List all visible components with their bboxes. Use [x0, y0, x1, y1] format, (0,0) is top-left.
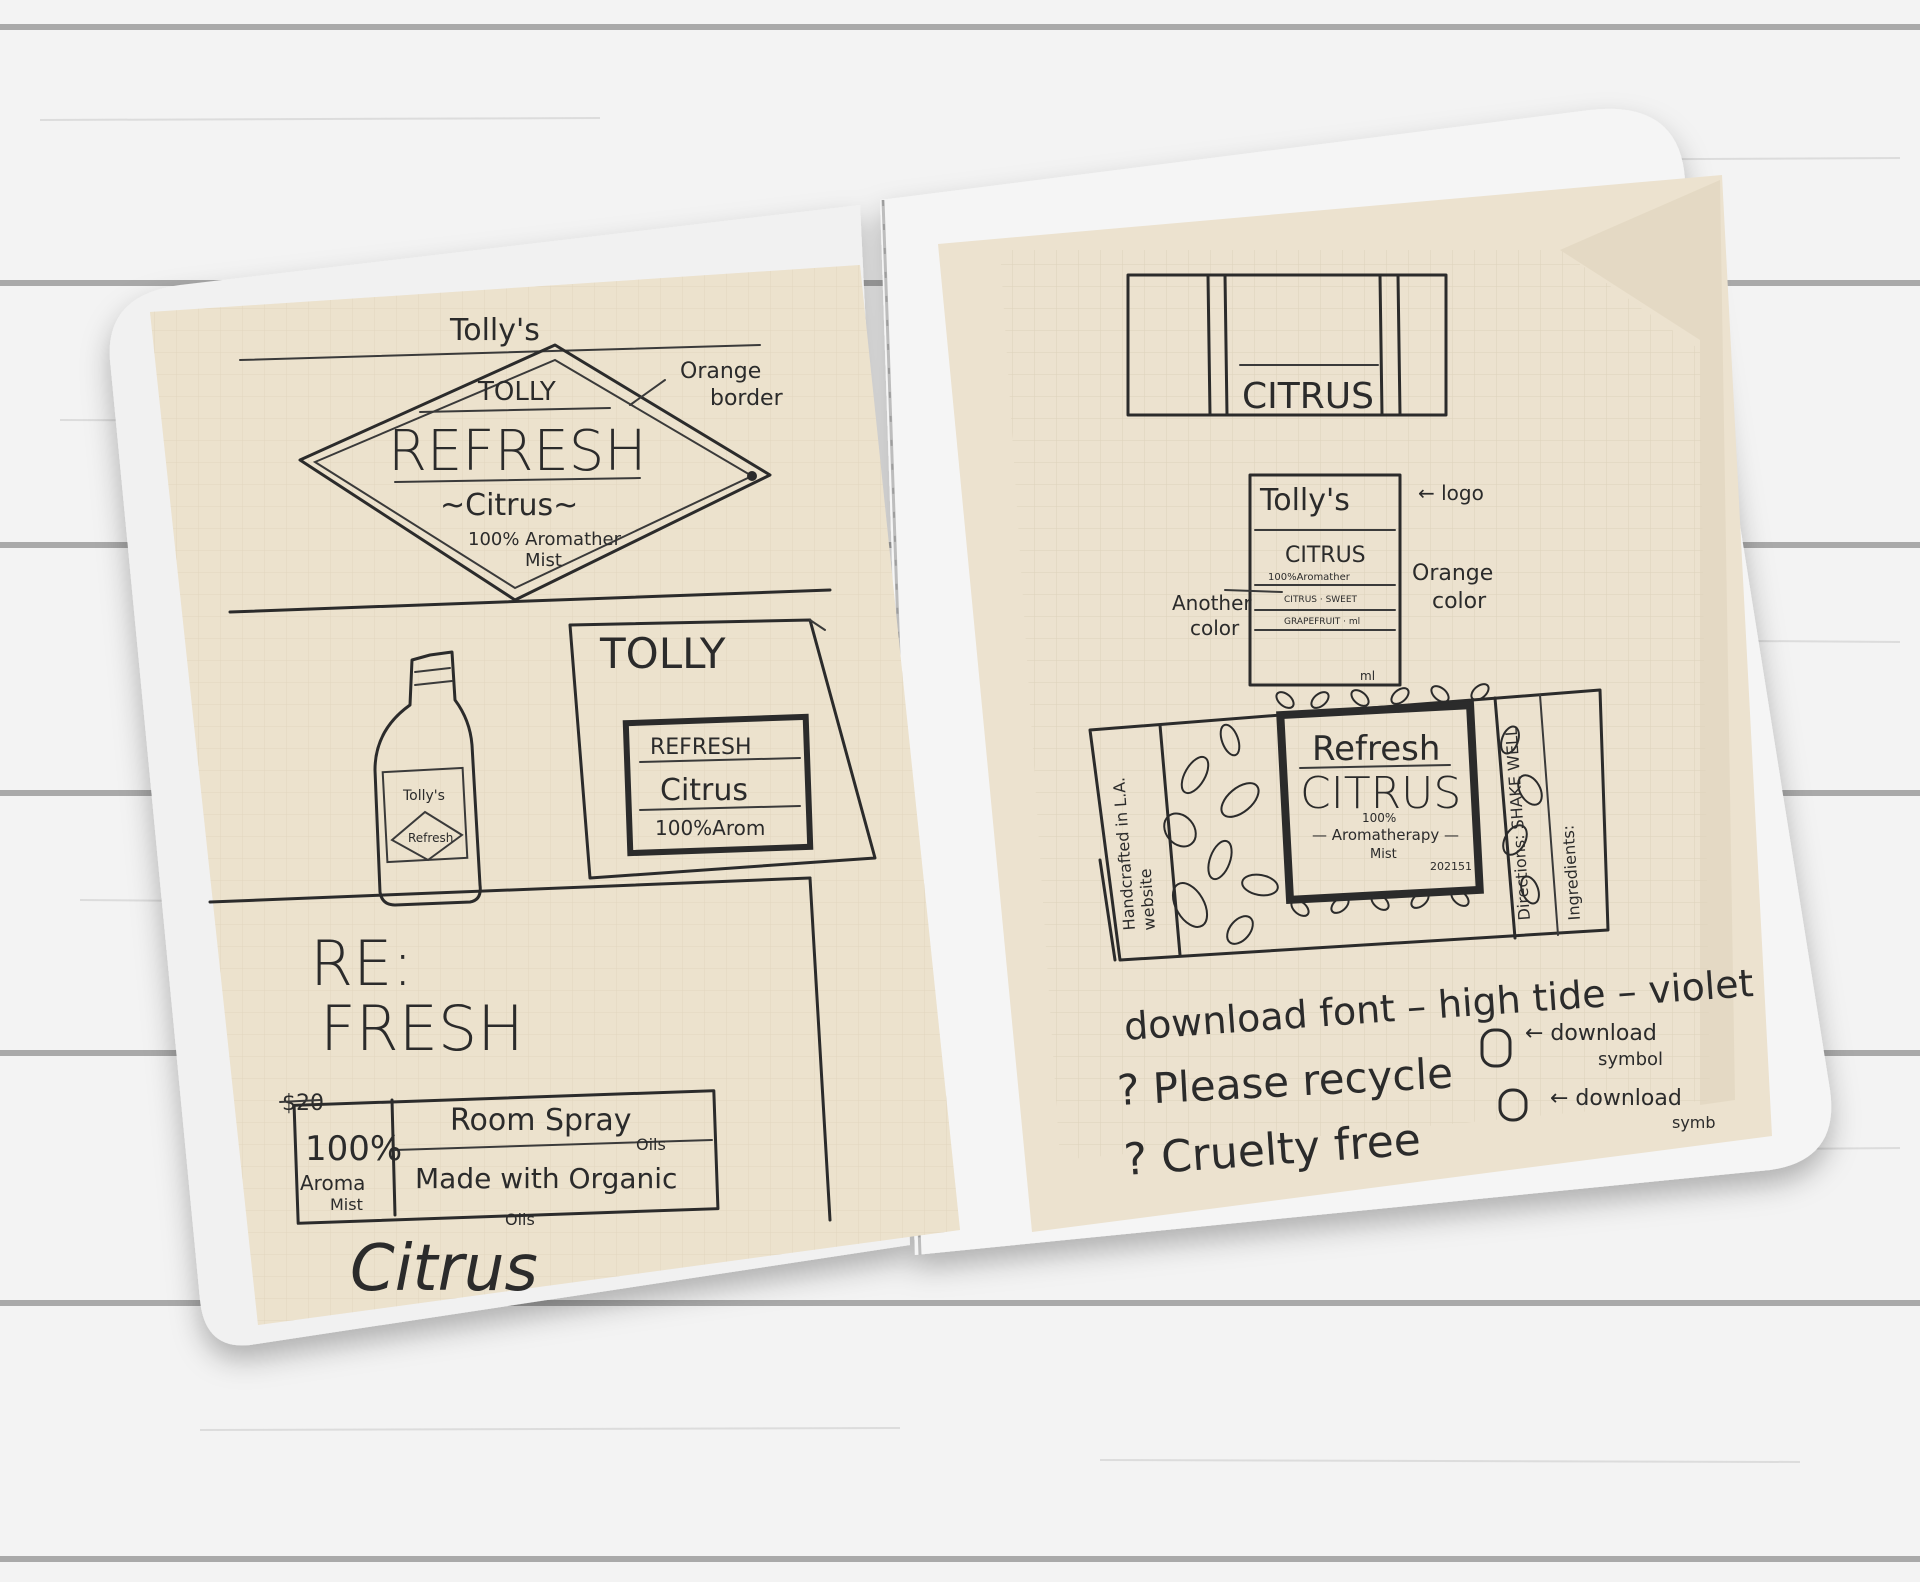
notebook: Tolly's TOLLY REFRESH ~Citrus~ 100% Arom… [109, 108, 1832, 1346]
note-cruelty-symbol: symb [1672, 1113, 1716, 1132]
small-box-note-right-1: Orange [1412, 561, 1493, 586]
re-line-2: FRESH [320, 992, 524, 1065]
top-sketch-note-1: Orange [680, 359, 761, 384]
top-sketch-tagline-1: 100% Aromather [468, 529, 622, 550]
small-box-logo-note: ← logo [1418, 481, 1484, 505]
oils-above-label: Oils [636, 1135, 666, 1154]
small-box-text-3: GRAPEFRUIT · ml [1284, 617, 1360, 627]
top-sketch-note-2: border [710, 386, 784, 411]
small-box-note-left-1: Another [1172, 591, 1252, 615]
top-sketch-subtitle: ~Citrus~ [440, 488, 578, 523]
small-box-unit: ml [1360, 669, 1375, 683]
flat-box-line-1: — Aromatherapy — [1312, 826, 1459, 844]
box-sketch-tagline: 100%Arom [655, 816, 765, 840]
flat-box-percent: 100% [1362, 811, 1396, 825]
box-sketch-subtitle: Citrus [660, 773, 748, 808]
small-box-note-left-2: color [1190, 616, 1240, 640]
bottle-label-line-2: Refresh [408, 831, 453, 845]
top-sketch-header: Tolly's [449, 313, 540, 348]
flat-box-code: 202151 [1430, 860, 1472, 873]
note-cruelty-download: ← download [1550, 1086, 1682, 1111]
top-sketch-brand: TOLLY [477, 377, 556, 407]
mist-label: Mist [330, 1195, 363, 1214]
re-line-1: RE: [310, 927, 413, 1000]
box-sketch-brand: TOLLY [599, 629, 726, 678]
top-box-label: CITRUS [1242, 376, 1374, 417]
flat-box-title: Refresh [1312, 729, 1440, 769]
aroma-label: Aroma [300, 1171, 365, 1195]
flat-box-line-2: Mist [1370, 847, 1397, 862]
made-with-label: Made with Organic [415, 1162, 677, 1195]
oils-below-label: Oils [505, 1210, 535, 1229]
small-box-note-right-2: color [1432, 589, 1487, 614]
citrus-script: Citrus [350, 1232, 538, 1306]
top-sketch-title: REFRESH [388, 419, 646, 484]
small-box-logo: Tolly's [1259, 483, 1350, 518]
small-box-text-2: CITRUS · SWEET [1284, 595, 1358, 605]
box-sketch-title: REFRESH [650, 735, 752, 760]
bottle-label-line-1: Tolly's [402, 788, 445, 804]
percent-label: 100% [305, 1129, 402, 1169]
small-box-text-1: 100%Aromather [1268, 572, 1351, 583]
top-sketch-tagline-2: Mist [525, 550, 562, 571]
small-box-title: CITRUS [1285, 543, 1366, 568]
note-recycle-symbol: symbol [1598, 1049, 1663, 1070]
note-recycle-download: ← download [1525, 1021, 1657, 1046]
room-spray-label: Room Spray [450, 1103, 632, 1138]
